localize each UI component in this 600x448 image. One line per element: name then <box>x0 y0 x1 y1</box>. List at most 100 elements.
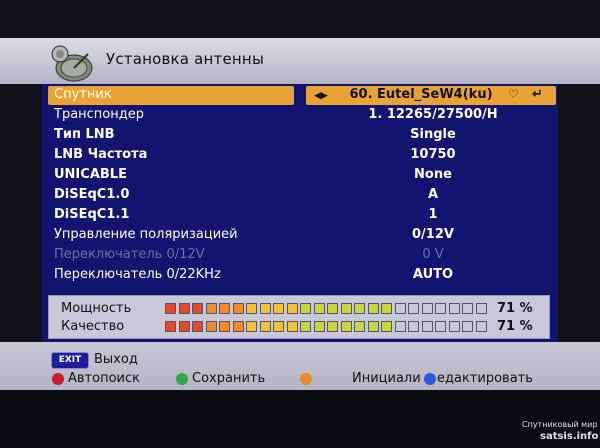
quality-meter <box>165 321 489 332</box>
meter-segment <box>408 321 419 332</box>
meter-segment <box>435 321 446 332</box>
meter-segment <box>381 303 392 314</box>
meter-segment <box>313 303 325 314</box>
meter-segment <box>205 303 217 314</box>
row-value: AUTO <box>412 267 454 282</box>
meter-segment <box>273 303 284 314</box>
meter-segment <box>219 321 230 332</box>
row-label: Переключатель 0/22KHz <box>54 267 221 282</box>
row-label: DiSEqC1.0 <box>54 187 130 202</box>
meter-segment <box>205 321 217 332</box>
row-value: 0/12V <box>412 227 454 242</box>
row-label: UNICABLE <box>54 167 127 182</box>
meter-segment <box>165 303 176 314</box>
row-label: Тип LNB <box>54 127 115 142</box>
meter-segment <box>232 321 244 332</box>
row-polarization-control[interactable]: Управление поляризацией 0/12V <box>48 226 548 245</box>
meter-segment <box>232 303 244 314</box>
meter-segment <box>178 321 190 332</box>
meter-segment <box>462 303 473 314</box>
row-label: Транспондер <box>54 107 144 122</box>
row-label: DiSEqC1.1 <box>54 207 130 222</box>
meter-segment <box>421 321 433 332</box>
tv-screen: Установка антенны Спутник ◀▶ 60. Eutel_S… <box>0 0 600 448</box>
power-meter <box>165 303 489 314</box>
watermark-line2: satsis.info <box>540 431 599 442</box>
row-value: None <box>414 167 452 182</box>
row-switch-0-12v: Переключатель 0/12V 0 V <box>48 246 548 265</box>
meter-segment <box>259 303 271 314</box>
meter-segment <box>340 321 352 332</box>
meter-segment <box>475 321 487 332</box>
row-transponder[interactable]: Транспондер 1. 12265/27500/H <box>48 106 548 125</box>
meter-segment <box>354 321 365 332</box>
meter-segment <box>462 321 473 332</box>
autosearch-label: Автопоиск <box>68 371 140 386</box>
meter-segment <box>192 303 203 314</box>
quality-percent: 71 % <box>497 319 533 334</box>
blue-button-icon[interactable] <box>424 373 436 385</box>
row-lnb-type[interactable]: Тип LNB Single <box>48 126 548 145</box>
row-lnb-frequency[interactable]: LNB Частота 10750 <box>48 146 548 165</box>
meter-segment <box>381 321 392 332</box>
power-percent: 71 % <box>497 301 533 316</box>
meter-segment <box>408 303 419 314</box>
meter-segment <box>178 303 190 314</box>
exit-key-badge[interactable]: EXIT <box>51 352 89 369</box>
meter-segment <box>475 303 487 314</box>
row-value: 1. 12265/27500/H <box>368 107 498 122</box>
row-label: LNB Частота <box>54 147 148 162</box>
enter-icon[interactable]: ↵ <box>532 87 543 102</box>
orange-button-icon[interactable] <box>300 373 312 385</box>
row-label: Управление поляризацией <box>54 227 238 242</box>
green-button-icon[interactable] <box>176 373 188 385</box>
row-value: 1 <box>428 207 438 222</box>
meter-segment <box>300 321 311 332</box>
meter-segment <box>421 303 433 314</box>
meter-segment <box>286 303 298 314</box>
row-unicable[interactable]: UNICABLE None <box>48 166 548 185</box>
meter-segment <box>435 303 446 314</box>
meter-segment <box>165 321 176 332</box>
row-switch-0-22khz[interactable]: Переключатель 0/22KHz AUTO <box>48 266 548 285</box>
edit-label: едактировать <box>437 371 533 386</box>
row-value: A <box>427 187 439 202</box>
meter-segment <box>340 303 352 314</box>
page-title: Установка антенны <box>106 50 264 68</box>
signal-box: Мощность 71 % Качество 71 % <box>48 295 550 339</box>
heart-icon: ♡ <box>508 87 519 101</box>
watermark-line1: Спутниковый мир <box>522 420 598 429</box>
meter-segment <box>192 321 203 332</box>
meter-segment <box>367 321 379 332</box>
meter-segment <box>367 303 379 314</box>
meter-segment <box>259 321 271 332</box>
row-label: Спутник <box>54 87 112 102</box>
row-label: Переключатель 0/12V <box>54 247 205 262</box>
row-satellite[interactable]: Спутник ◀▶ 60. Eutel_SeW4(ku) ♡ ↵ <box>48 86 556 105</box>
red-button-icon[interactable] <box>52 373 64 385</box>
meter-segment <box>394 303 406 314</box>
meter-segment <box>300 303 311 314</box>
row-diseqc10[interactable]: DiSEqC1.0 A <box>48 186 548 205</box>
initialize-label: Инициали <box>352 371 421 386</box>
power-label: Мощность <box>61 301 132 316</box>
quality-label: Качество <box>61 319 125 334</box>
exit-label: Выход <box>94 352 138 367</box>
row-value: 0 V <box>422 247 444 262</box>
row-value: Single <box>410 127 456 142</box>
satellite-dish-icon <box>51 45 93 82</box>
row-value: 60. Eutel_SeW4(ku) <box>349 87 493 102</box>
meter-segment <box>327 321 338 332</box>
meter-segment <box>327 303 338 314</box>
meter-segment <box>219 303 230 314</box>
meter-segment <box>354 303 365 314</box>
meter-segment <box>286 321 298 332</box>
meter-segment <box>448 321 460 332</box>
save-label: Сохранить <box>192 371 266 386</box>
row-value: 10750 <box>410 147 456 162</box>
meter-segment <box>448 303 460 314</box>
bottom-strip <box>0 390 600 448</box>
meter-segment <box>313 321 325 332</box>
meter-segment <box>246 303 257 314</box>
row-diseqc11[interactable]: DiSEqC1.1 1 <box>48 206 548 225</box>
